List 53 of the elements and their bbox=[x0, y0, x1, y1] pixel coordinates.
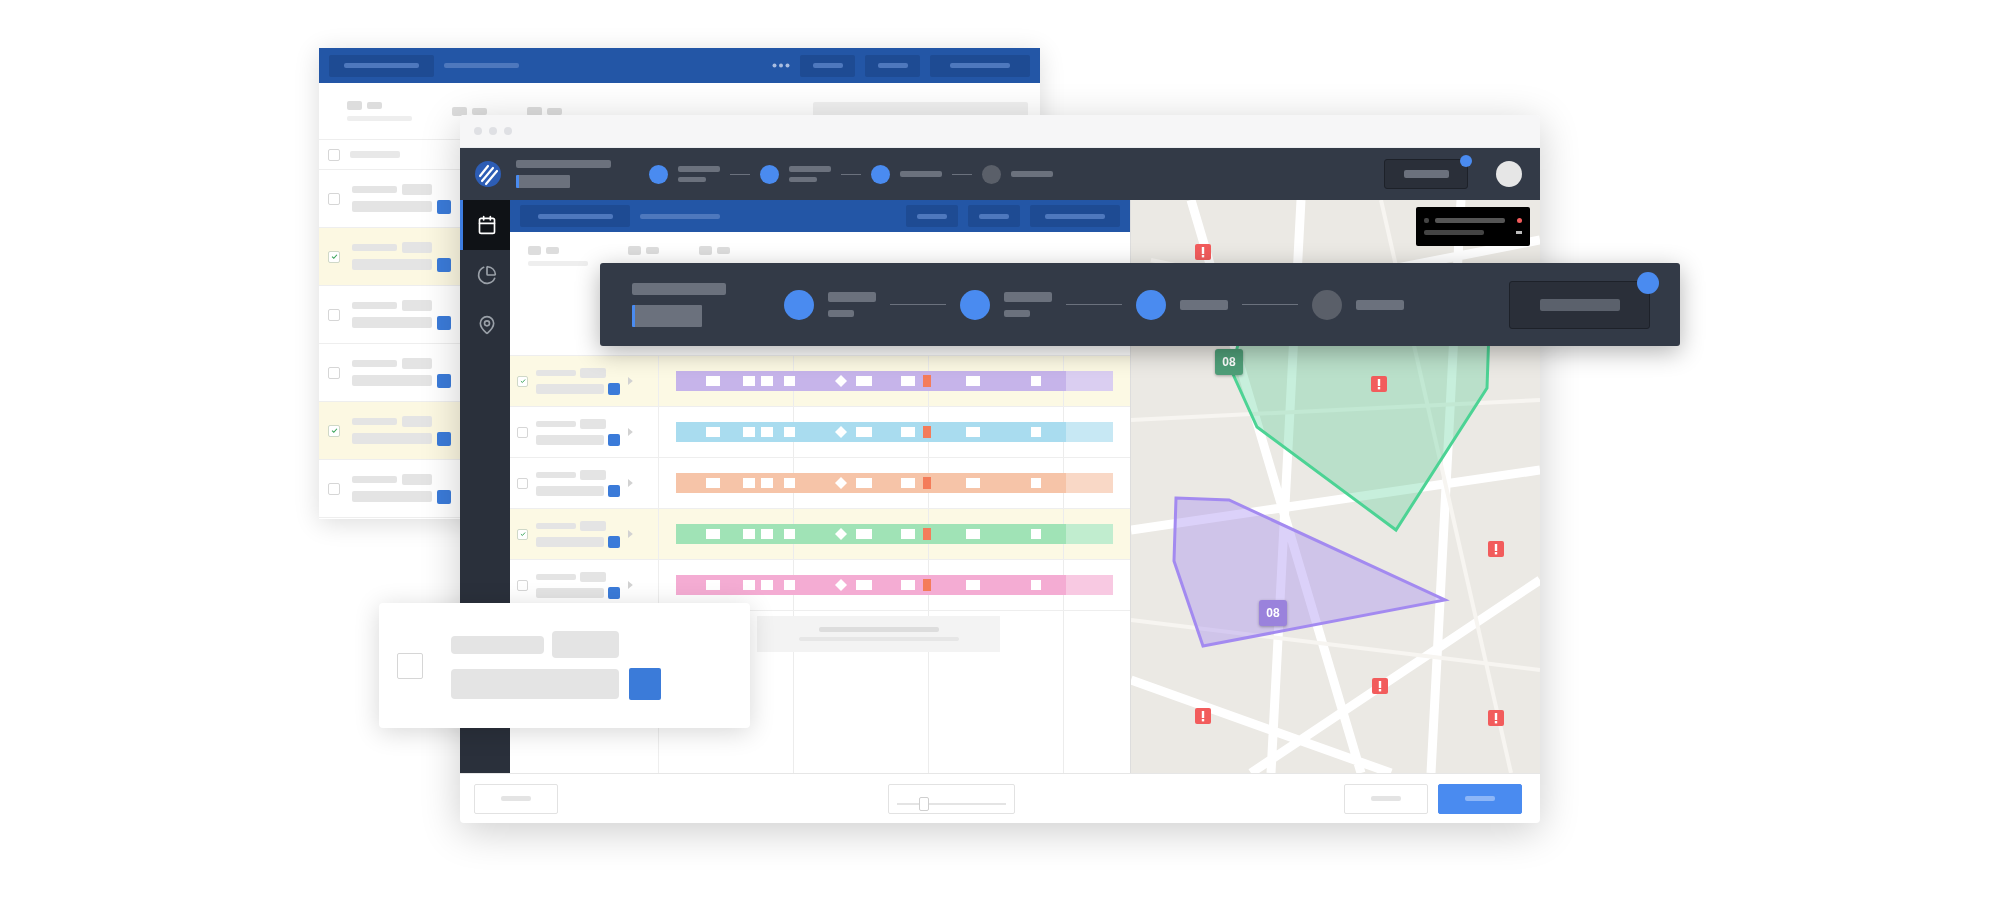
color-swatch bbox=[608, 382, 620, 395]
chevron-right-icon[interactable] bbox=[628, 377, 633, 385]
checkbox[interactable] bbox=[517, 375, 528, 387]
stepper-button[interactable] bbox=[1509, 280, 1650, 329]
color-swatch bbox=[437, 431, 451, 446]
chevron-right-icon[interactable] bbox=[628, 428, 633, 436]
map-marker[interactable]: 08 bbox=[1215, 349, 1243, 375]
color-swatch bbox=[437, 373, 451, 388]
color-swatch bbox=[608, 586, 620, 599]
color-swatch bbox=[437, 199, 451, 214]
primary-button[interactable] bbox=[1438, 783, 1522, 814]
checkbox[interactable] bbox=[328, 250, 340, 263]
notification-badge bbox=[1460, 155, 1472, 167]
notification-badge bbox=[1637, 271, 1659, 294]
slider-thumb[interactable] bbox=[918, 796, 929, 811]
checkbox[interactable] bbox=[517, 579, 528, 591]
sidebar-item[interactable] bbox=[460, 200, 510, 250]
checkbox[interactable] bbox=[328, 424, 340, 437]
checkbox[interactable] bbox=[328, 482, 340, 495]
avatar[interactable] bbox=[1496, 161, 1522, 187]
checkbox[interactable] bbox=[328, 308, 340, 321]
dropdown[interactable] bbox=[1416, 207, 1530, 246]
footer-button[interactable] bbox=[474, 783, 558, 814]
checkbox[interactable] bbox=[517, 426, 528, 438]
checkbox[interactable] bbox=[517, 528, 528, 540]
check-icon bbox=[519, 531, 526, 537]
zoom-slider[interactable] bbox=[887, 783, 1015, 814]
chevron-right-icon[interactable] bbox=[628, 479, 633, 487]
color-swatch bbox=[608, 433, 620, 446]
footer-button[interactable] bbox=[1344, 783, 1428, 814]
pie-chart-icon bbox=[476, 265, 497, 285]
more-icon[interactable] bbox=[772, 63, 790, 68]
color-swatch bbox=[437, 257, 451, 272]
load-more-button[interactable] bbox=[757, 616, 1000, 652]
logo-icon bbox=[474, 160, 502, 188]
color-swatch bbox=[629, 668, 661, 700]
checkbox[interactable] bbox=[328, 192, 340, 205]
chevron-right-icon[interactable] bbox=[628, 530, 633, 538]
check-icon bbox=[330, 427, 338, 434]
checkbox[interactable] bbox=[328, 148, 340, 161]
header-button[interactable] bbox=[1384, 159, 1468, 189]
check-icon bbox=[330, 253, 338, 260]
color-swatch bbox=[608, 535, 620, 548]
color-swatch bbox=[437, 489, 451, 504]
map-marker[interactable]: 08 bbox=[1259, 600, 1287, 626]
checkbox[interactable] bbox=[517, 477, 528, 489]
checkbox[interactable] bbox=[397, 652, 423, 679]
chevron-right-icon[interactable] bbox=[628, 581, 633, 589]
calendar-icon bbox=[476, 215, 497, 235]
checkbox[interactable] bbox=[328, 366, 340, 379]
color-swatch bbox=[437, 315, 451, 330]
check-icon bbox=[519, 378, 526, 384]
color-swatch bbox=[608, 484, 620, 497]
